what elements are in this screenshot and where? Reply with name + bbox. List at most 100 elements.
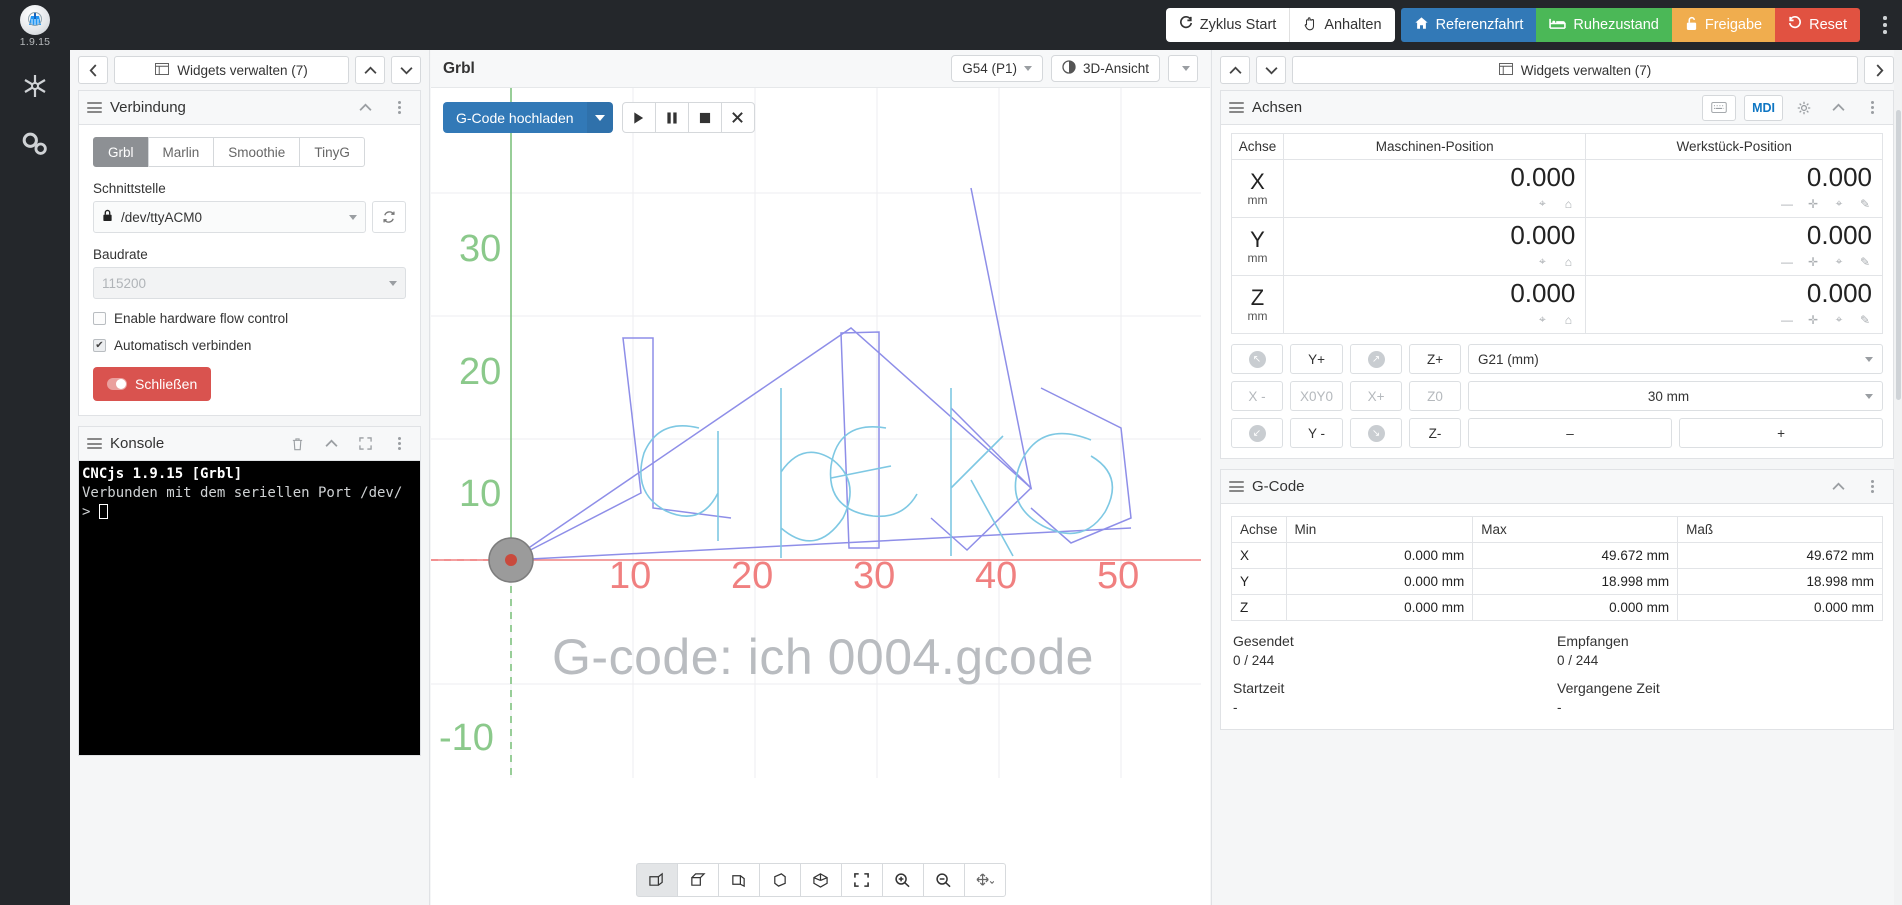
- units-select[interactable]: G21 (mm): [1468, 344, 1883, 374]
- target-icon[interactable]: ⌖: [1531, 194, 1553, 213]
- connection-more-button[interactable]: [386, 95, 412, 121]
- console-collapse-button[interactable]: [318, 431, 344, 457]
- firmware-tab-grbl[interactable]: Grbl: [93, 137, 149, 167]
- jog-z-minus-button[interactable]: Z-: [1409, 418, 1461, 448]
- pause-button[interactable]: [655, 102, 689, 133]
- jog-diag-down-left-button[interactable]: ↙: [1231, 418, 1283, 448]
- flow-control-checkbox[interactable]: [93, 312, 106, 325]
- close-connection-button[interactable]: Schließen: [93, 367, 211, 401]
- axes-collapse-button[interactable]: [1825, 95, 1851, 121]
- connection-collapse-button[interactable]: [352, 95, 378, 121]
- axes-more-button[interactable]: [1859, 95, 1885, 121]
- hamburger-icon[interactable]: [87, 438, 102, 449]
- target-icon[interactable]: ⌖: [1531, 310, 1553, 329]
- minus-icon[interactable]: —: [1776, 194, 1798, 213]
- homing-button[interactable]: Referenzfahrt: [1401, 8, 1537, 42]
- jog-diag-up-left-button[interactable]: ↖: [1231, 344, 1283, 374]
- view-mode-dropdown-button[interactable]: [1168, 55, 1198, 82]
- step-size-select[interactable]: 30 mm: [1468, 381, 1883, 411]
- upload-gcode-button[interactable]: G-Code hochladen: [443, 102, 587, 133]
- edit-icon[interactable]: ✎: [1854, 252, 1876, 271]
- view-mode-select[interactable]: 3D-Ansicht: [1051, 55, 1160, 82]
- jog-xy-zero-button[interactable]: X0Y0: [1290, 381, 1343, 411]
- axes-settings-button[interactable]: [1791, 95, 1817, 121]
- close-gcode-button[interactable]: [721, 102, 755, 133]
- step-decrease-button[interactable]: –: [1468, 418, 1672, 448]
- firmware-tab-tinyg[interactable]: TinyG: [299, 137, 365, 167]
- view-side-button[interactable]: [718, 863, 760, 897]
- edit-icon[interactable]: ✎: [1854, 310, 1876, 329]
- jog-diag-up-right-button[interactable]: ↗: [1350, 344, 1402, 374]
- hamburger-icon[interactable]: [1229, 102, 1244, 113]
- axes-icon[interactable]: [17, 68, 53, 104]
- view-top-button[interactable]: [677, 863, 719, 897]
- zoom-out-button[interactable]: [923, 863, 965, 897]
- edit-icon[interactable]: ✎: [1854, 194, 1876, 213]
- target-icon[interactable]: ⌖: [1531, 252, 1553, 271]
- upload-gcode-dropdown-button[interactable]: [587, 102, 613, 133]
- view-iso-button[interactable]: [759, 863, 801, 897]
- left-move-up-button[interactable]: [355, 56, 385, 84]
- sleep-button[interactable]: Ruhezustand: [1536, 8, 1671, 42]
- plus-icon[interactable]: ✛: [1802, 194, 1824, 213]
- cycle-start-button[interactable]: Zyklus Start: [1166, 8, 1290, 42]
- feed-hold-button[interactable]: Anhalten: [1289, 8, 1394, 42]
- navbar-menu-button[interactable]: [1868, 0, 1902, 50]
- hamburger-icon[interactable]: [87, 102, 102, 113]
- hamburger-icon[interactable]: [1229, 481, 1244, 492]
- minus-icon[interactable]: —: [1776, 310, 1798, 329]
- mdi-toggle-button[interactable]: MDI: [1744, 95, 1783, 121]
- left-back-button[interactable]: [78, 56, 108, 84]
- auto-connect-checkbox[interactable]: ✔: [93, 339, 106, 352]
- pan-button[interactable]: [964, 863, 1006, 897]
- jog-y-minus-button[interactable]: Y -: [1290, 418, 1343, 448]
- flow-control-row[interactable]: Enable hardware flow control: [93, 311, 406, 326]
- home-icon[interactable]: ⌂: [1557, 252, 1579, 271]
- plus-icon[interactable]: ✛: [1802, 252, 1824, 271]
- zoom-in-button[interactable]: [882, 863, 924, 897]
- firmware-tab-marlin[interactable]: Marlin: [148, 137, 215, 167]
- console-expand-button[interactable]: [352, 431, 378, 457]
- wcs-select[interactable]: G54 (P1): [951, 55, 1043, 82]
- port-select[interactable]: /dev/ttyACM0: [93, 201, 366, 233]
- jog-diag-down-right-button[interactable]: ↘: [1350, 418, 1402, 448]
- reset-button[interactable]: Reset: [1775, 8, 1860, 42]
- gcode-more-button[interactable]: [1859, 474, 1885, 500]
- crosshair-icon[interactable]: ⌖: [1828, 252, 1850, 271]
- console-clear-button[interactable]: [284, 431, 310, 457]
- right-scrollbar[interactable]: [1894, 50, 1902, 905]
- app-brand[interactable]: 1.9.15: [0, 0, 70, 50]
- crosshair-icon[interactable]: ⌖: [1828, 194, 1850, 213]
- gcode-viewport[interactable]: G-Code hochladen: [431, 88, 1210, 905]
- crosshair-icon[interactable]: ⌖: [1828, 310, 1850, 329]
- home-icon[interactable]: ⌂: [1557, 310, 1579, 329]
- gcode-collapse-button[interactable]: [1825, 474, 1851, 500]
- jog-x-minus-button[interactable]: X -: [1231, 381, 1283, 411]
- console-more-button[interactable]: [386, 431, 412, 457]
- fit-to-screen-button[interactable]: [841, 863, 883, 897]
- left-manage-widgets-button[interactable]: Widgets verwalten (7): [114, 56, 349, 84]
- auto-connect-row[interactable]: ✔ Automatisch verbinden: [93, 338, 406, 353]
- right-forward-button[interactable]: [1864, 56, 1894, 84]
- jog-x-plus-button[interactable]: X+: [1350, 381, 1402, 411]
- home-icon[interactable]: ⌂: [1557, 194, 1579, 213]
- step-increase-button[interactable]: +: [1679, 418, 1883, 448]
- view-3d-button[interactable]: [800, 863, 842, 897]
- right-move-down-button[interactable]: [1256, 56, 1286, 84]
- right-manage-widgets-button[interactable]: Widgets verwalten (7): [1292, 56, 1858, 84]
- jog-z-zero-button[interactable]: Z0: [1409, 381, 1461, 411]
- port-refresh-button[interactable]: [372, 201, 406, 233]
- console-output[interactable]: CNCjs 1.9.15 [Grbl] Verbunden mit dem se…: [79, 461, 420, 755]
- left-move-down-button[interactable]: [391, 56, 421, 84]
- keyboard-shortcuts-button[interactable]: [1702, 95, 1736, 121]
- firmware-tab-smoothie[interactable]: Smoothie: [213, 137, 300, 167]
- plus-icon[interactable]: ✛: [1802, 310, 1824, 329]
- settings-gear-icon[interactable]: [17, 126, 53, 162]
- right-move-up-button[interactable]: [1220, 56, 1250, 84]
- run-button[interactable]: [622, 102, 656, 133]
- jog-y-plus-button[interactable]: Y+: [1290, 344, 1343, 374]
- baud-select[interactable]: 115200: [93, 267, 406, 299]
- unlock-button[interactable]: Freigabe: [1672, 8, 1775, 42]
- view-front-button[interactable]: [636, 863, 678, 897]
- stop-button[interactable]: [688, 102, 722, 133]
